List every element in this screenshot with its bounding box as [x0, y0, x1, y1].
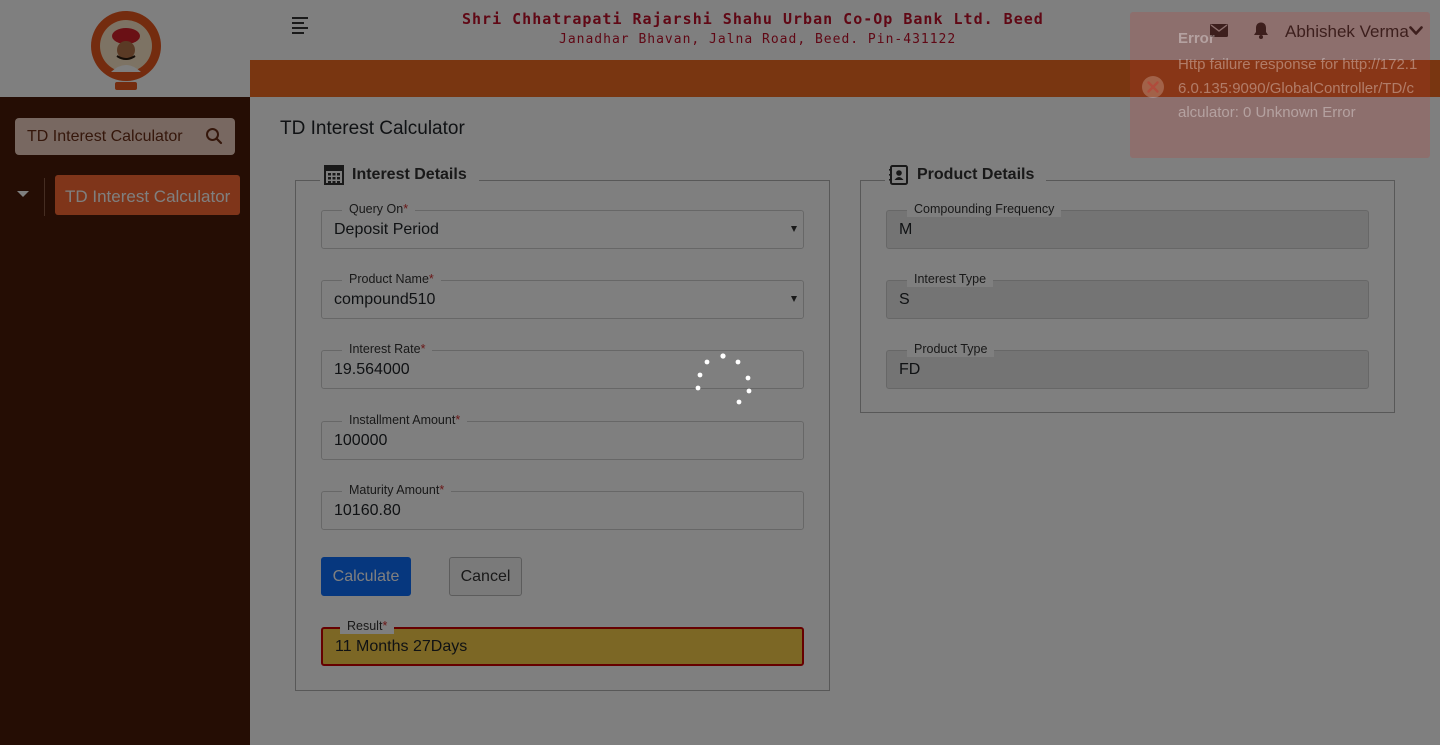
error-toast[interactable]: Error Http failure response for http://1…: [1130, 12, 1430, 158]
spinner-icon: [695, 353, 752, 405]
toast-title: Error: [1178, 30, 1215, 47]
error-circle-icon: [1142, 76, 1164, 98]
toast-message: Http failure response for http://172.16.…: [1178, 56, 1418, 121]
